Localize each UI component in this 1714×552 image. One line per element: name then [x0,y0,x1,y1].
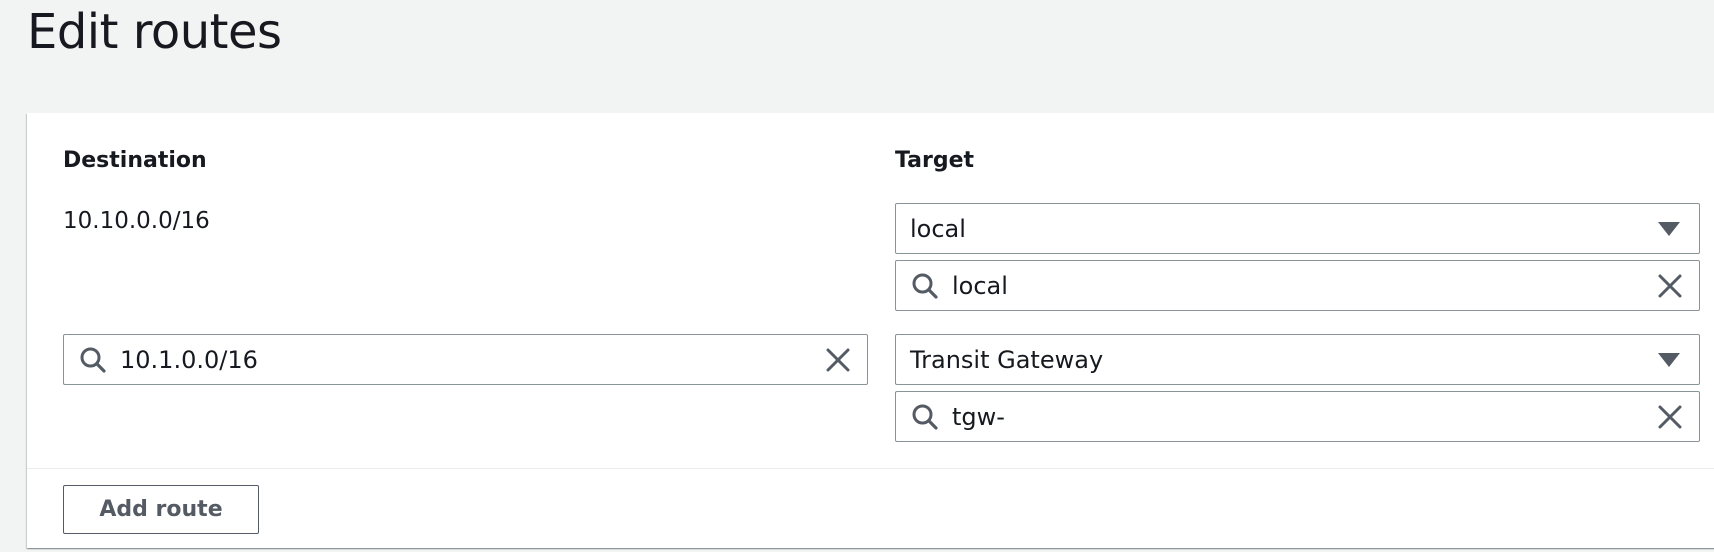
route-1-target-type-value: local [910,214,966,243]
route-1-destination: 10.10.0.0/16 [63,208,210,234]
target-column-header: Target [895,148,975,173]
route-2-destination-value: 10.1.0.0/16 [120,345,258,374]
route-2-target-type-value: Transit Gateway [910,345,1104,374]
add-route-button[interactable]: Add route [63,485,259,534]
close-icon[interactable] [824,346,852,374]
close-icon[interactable] [1656,272,1684,300]
route-1-target-search-value: local [952,271,1008,300]
search-icon [78,345,108,375]
panel-divider [27,468,1714,469]
search-icon [910,271,940,301]
destination-column-header: Destination [63,148,207,173]
route-1-target-search-input[interactable]: local [895,260,1700,311]
route-2-target-type-select[interactable]: Transit Gateway [895,334,1700,385]
caret-down-icon [1658,352,1680,367]
search-icon [910,402,940,432]
route-2-destination-input[interactable]: 10.1.0.0/16 [63,334,868,385]
route-1-target-type-select[interactable]: local [895,203,1700,254]
routes-panel: Destination Target 10.10.0.0/16 local lo… [27,113,1714,548]
route-2-target-search-value: tgw- [952,402,1005,431]
close-icon[interactable] [1656,403,1684,431]
caret-down-icon [1658,221,1680,236]
page-title: Edit routes [27,4,282,60]
route-2-target-search-input[interactable]: tgw- [895,391,1700,442]
